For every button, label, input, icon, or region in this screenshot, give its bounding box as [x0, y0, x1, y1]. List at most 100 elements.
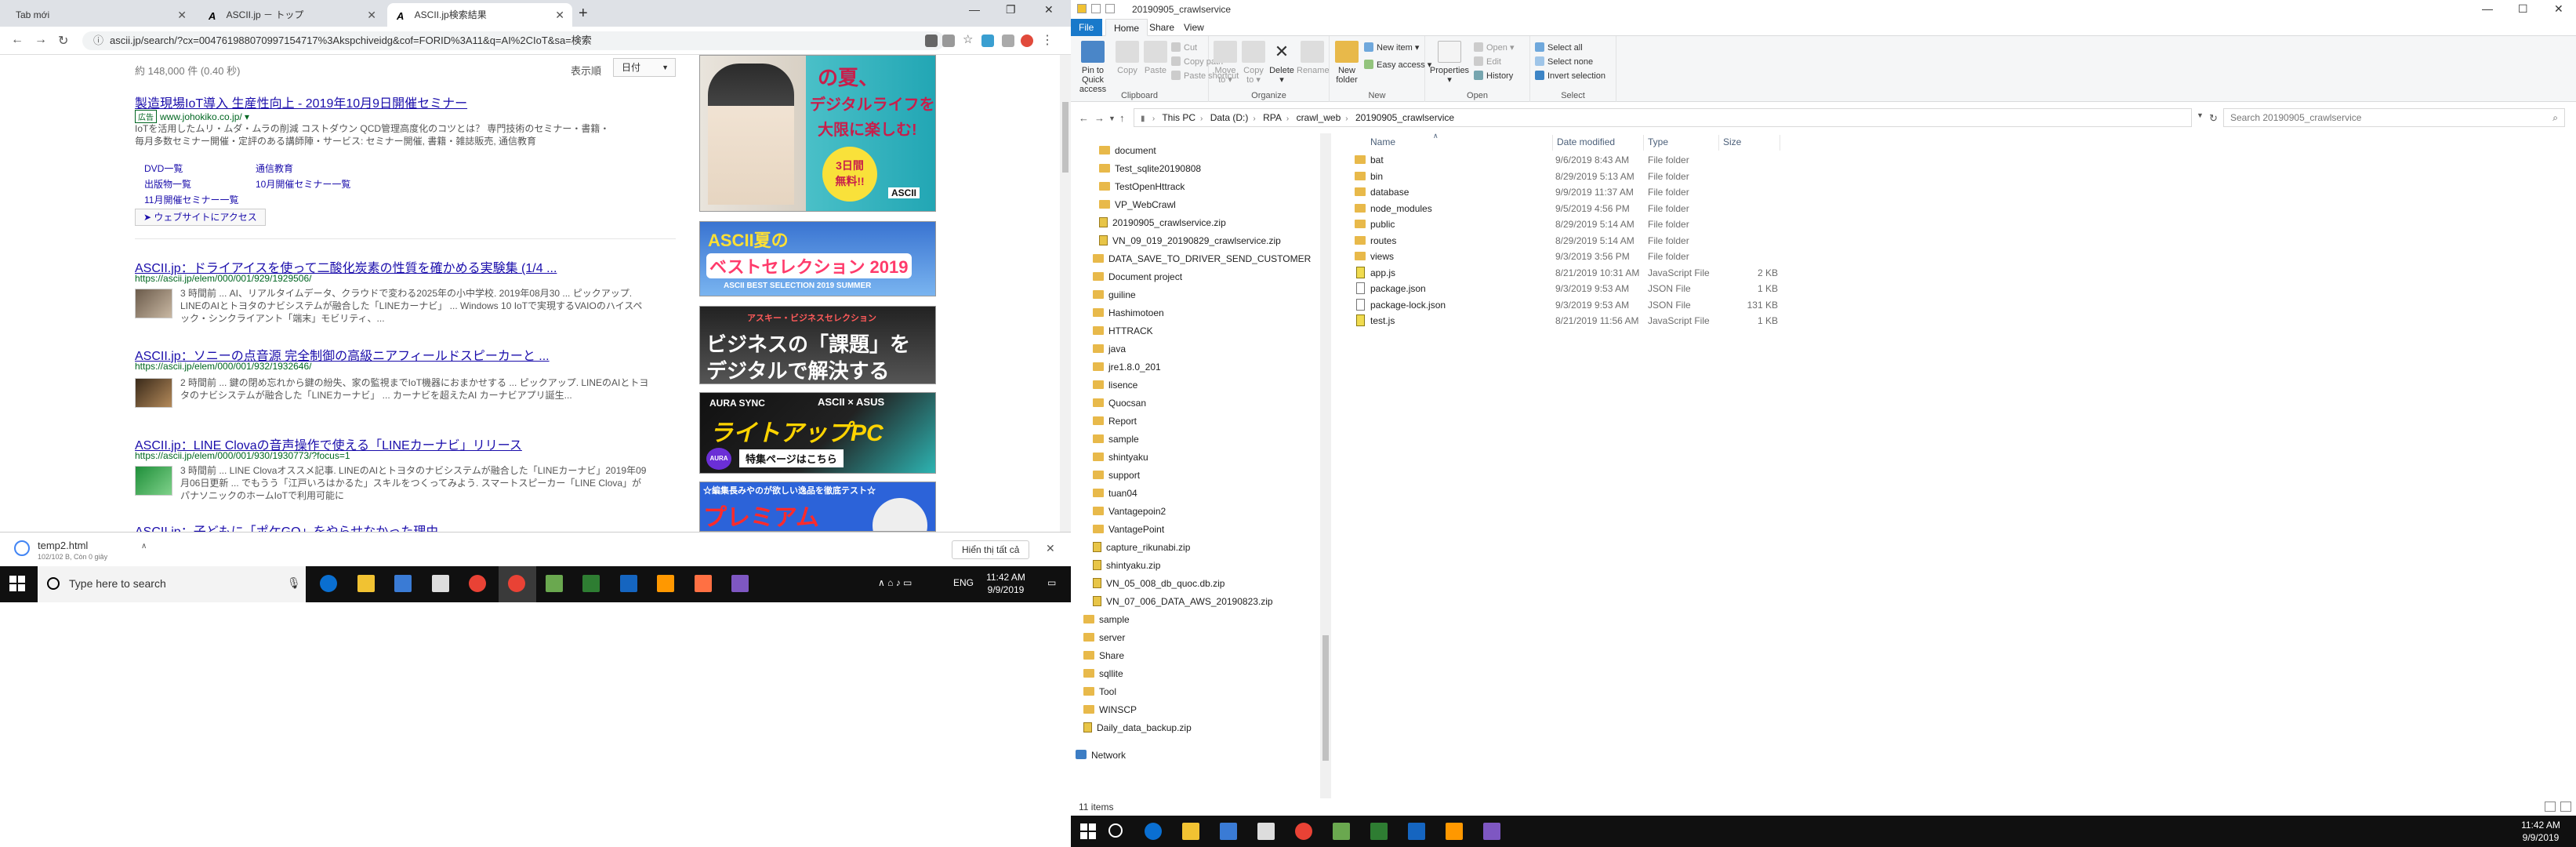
close-icon[interactable]: ✕: [555, 3, 564, 27]
excel-icon[interactable]: [582, 575, 600, 592]
file-row[interactable]: node_modules 9/5/2019 4:56 PM File folder: [1355, 201, 1825, 216]
easy-access-button[interactable]: Easy access ▾: [1364, 60, 1431, 70]
chrome-icon[interactable]: [1295, 823, 1312, 840]
breadcrumb-item[interactable]: 20190905_crawlservice: [1355, 112, 1454, 123]
explorer-address-bar[interactable]: ▮ › This PC › Data (D:) › RPA › crawl_web › …: [1134, 108, 2192, 127]
nav-tree-item[interactable]: tuan04: [1093, 487, 1137, 500]
page-scrollbar[interactable]: [1060, 55, 1071, 532]
file-row[interactable]: package-lock.json 9/3/2019 9:53 AM JSON Fi…: [1355, 297, 1825, 313]
result-thumbnail[interactable]: [135, 289, 172, 318]
invert-selection-button[interactable]: Invert selection: [1535, 71, 1605, 81]
download-filename[interactable]: temp2.html: [38, 540, 88, 551]
nav-tree-item[interactable]: support: [1093, 469, 1140, 482]
breadcrumb-item[interactable]: This PC: [1162, 112, 1195, 123]
result-thumbnail[interactable]: [135, 466, 172, 496]
scrollbar-thumb[interactable]: [1062, 102, 1068, 173]
forward-icon[interactable]: →: [1094, 112, 1105, 124]
breadcrumb-item[interactable]: Data (D:): [1210, 112, 1249, 123]
nav-tree-item[interactable]: HTTRACK: [1093, 325, 1153, 337]
chevron-down-icon[interactable]: ▼: [2197, 111, 2204, 119]
column-separator[interactable]: [1552, 135, 1553, 151]
nav-tree-item[interactable]: Test_sqlite20190808: [1099, 162, 1201, 175]
extension-icon[interactable]: [981, 35, 994, 47]
nav-tree-item[interactable]: Network: [1076, 749, 1126, 762]
column-size[interactable]: Size: [1723, 136, 1741, 147]
chevron-up-icon[interactable]: ∧: [141, 542, 147, 551]
nav-tree-item[interactable]: Hashimotoen: [1093, 307, 1164, 319]
file-explorer-icon[interactable]: [1182, 823, 1199, 840]
tab-ascii-top[interactable]: A ASCII.jp － トップ ✕: [199, 3, 384, 27]
nav-tree-item[interactable]: Share: [1083, 649, 1124, 662]
select-none-button[interactable]: Select none: [1535, 56, 1593, 67]
windows-start-icon[interactable]: [9, 576, 25, 591]
nav-tree-item[interactable]: jre1.8.0_201: [1093, 361, 1161, 373]
quick-access-icon[interactable]: [1091, 4, 1101, 13]
address-bar[interactable]: ⓘ ascii.jp/search/?cx=0047619880709971547…: [82, 31, 945, 50]
nav-tree-item[interactable]: VN_05_008_db_quoc.db.zip: [1093, 577, 1225, 590]
pin-quick-access-button[interactable]: Pin to Quick access: [1074, 41, 1112, 94]
ad-banner-best-selection[interactable]: ASCII夏の ベストセレクション 2019 ASCII BEST SELECT…: [699, 221, 936, 296]
column-separator[interactable]: [1718, 135, 1719, 151]
nav-tree-item[interactable]: TestOpenHttrack: [1099, 180, 1185, 193]
new-tab-button[interactable]: +: [579, 5, 588, 23]
app-icon[interactable]: [1333, 823, 1350, 840]
minimize-icon[interactable]: —: [969, 3, 980, 16]
app-icon[interactable]: [1408, 823, 1425, 840]
taskbar-clock[interactable]: 11:42 AM 9/9/2019: [978, 571, 1033, 596]
recent-locations-icon[interactable]: ▼: [1108, 115, 1116, 122]
ad-title-link[interactable]: 製造現場IoT導入 生産性向上 - 2019年10月9日開催セミナー: [135, 93, 467, 111]
bookmark-star-icon[interactable]: ☆: [963, 32, 975, 46]
maximize-icon[interactable]: ☐: [2518, 2, 2528, 16]
nav-tree-item[interactable]: VN_09_019_20190829_crawlservice.zip: [1099, 234, 1281, 247]
store-icon[interactable]: [394, 575, 412, 592]
show-all-downloads-button[interactable]: Hiển thị tất cả: [952, 540, 1030, 559]
nav-tree-item[interactable]: Tool: [1083, 685, 1116, 698]
nav-tree-item[interactable]: Document project: [1093, 271, 1182, 283]
cast-icon[interactable]: [942, 35, 955, 47]
result-title-link[interactable]: ASCII.jp：子どもに「ポケGO」をやらせなかった理由: [135, 521, 438, 532]
column-separator[interactable]: [1643, 135, 1644, 151]
nav-tree-item[interactable]: sqllite: [1083, 667, 1123, 680]
nav-tree-item[interactable]: Report: [1093, 415, 1137, 427]
result-thumbnail[interactable]: [135, 378, 172, 408]
file-row[interactable]: routes 8/29/2019 5:14 AM File folder: [1355, 233, 1825, 249]
close-icon[interactable]: ✕: [367, 3, 376, 27]
open-button[interactable]: Open ▾: [1474, 42, 1515, 53]
app-icon[interactable]: [620, 575, 637, 592]
store-icon[interactable]: [1220, 823, 1237, 840]
extension-icon[interactable]: [1002, 35, 1014, 47]
edit-button[interactable]: Edit: [1474, 56, 1501, 67]
nav-tree-item[interactable]: 20190905_crawlservice.zip: [1099, 216, 1226, 229]
file-row[interactable]: test.js 8/21/2019 11:56 AM JavaScript File…: [1355, 313, 1825, 329]
sublime-icon[interactable]: [657, 575, 674, 592]
chrome-icon[interactable]: [508, 575, 525, 592]
nav-tree-item[interactable]: document: [1099, 144, 1156, 157]
nav-scrollbar[interactable]: [1320, 133, 1331, 798]
app-icon[interactable]: [546, 575, 563, 592]
breadcrumb-item[interactable]: RPA: [1263, 112, 1282, 123]
sitelink[interactable]: DVD一覧: [144, 162, 183, 175]
ad-banner-summer[interactable]: の夏、 デジタルライフを 大限に楽しむ! 3日間 無料!! ASCII: [699, 55, 936, 212]
column-type[interactable]: Type: [1648, 136, 1668, 147]
avatar[interactable]: [1021, 35, 1033, 47]
cut-button[interactable]: Cut: [1171, 42, 1197, 53]
nav-tree-item[interactable]: sample: [1093, 433, 1139, 445]
nav-tree-item[interactable]: capture_rikunabi.zip: [1093, 541, 1190, 554]
forward-icon[interactable]: →: [34, 33, 47, 47]
tray-icons[interactable]: ∧ ⌂ ♪ ▭: [878, 577, 912, 588]
taskbar-clock[interactable]: 11:42 AM 9/9/2019: [2513, 819, 2568, 844]
notification-icon[interactable]: ▭: [1047, 577, 1056, 588]
file-row[interactable]: package.json 9/3/2019 9:53 AM JSON File 1 K…: [1355, 281, 1825, 296]
copy-to-button[interactable]: Copy to ▾: [1240, 41, 1267, 85]
file-row[interactable]: app.js 8/21/2019 10:31 AM JavaScript File 2…: [1355, 265, 1825, 281]
file-row[interactable]: views 9/3/2019 3:56 PM File folder: [1355, 249, 1825, 264]
refresh-icon[interactable]: ↻: [2209, 112, 2218, 125]
reload-icon[interactable]: ↻: [58, 33, 68, 49]
back-icon[interactable]: ←: [1079, 112, 1089, 124]
column-name[interactable]: Name: [1370, 136, 1395, 147]
app-icon[interactable]: [731, 575, 749, 592]
app-icon[interactable]: [695, 575, 712, 592]
nav-tree-item[interactable]: VantagePoint: [1093, 523, 1164, 536]
edge-icon[interactable]: [320, 575, 337, 592]
close-icon[interactable]: ✕: [1046, 542, 1055, 555]
